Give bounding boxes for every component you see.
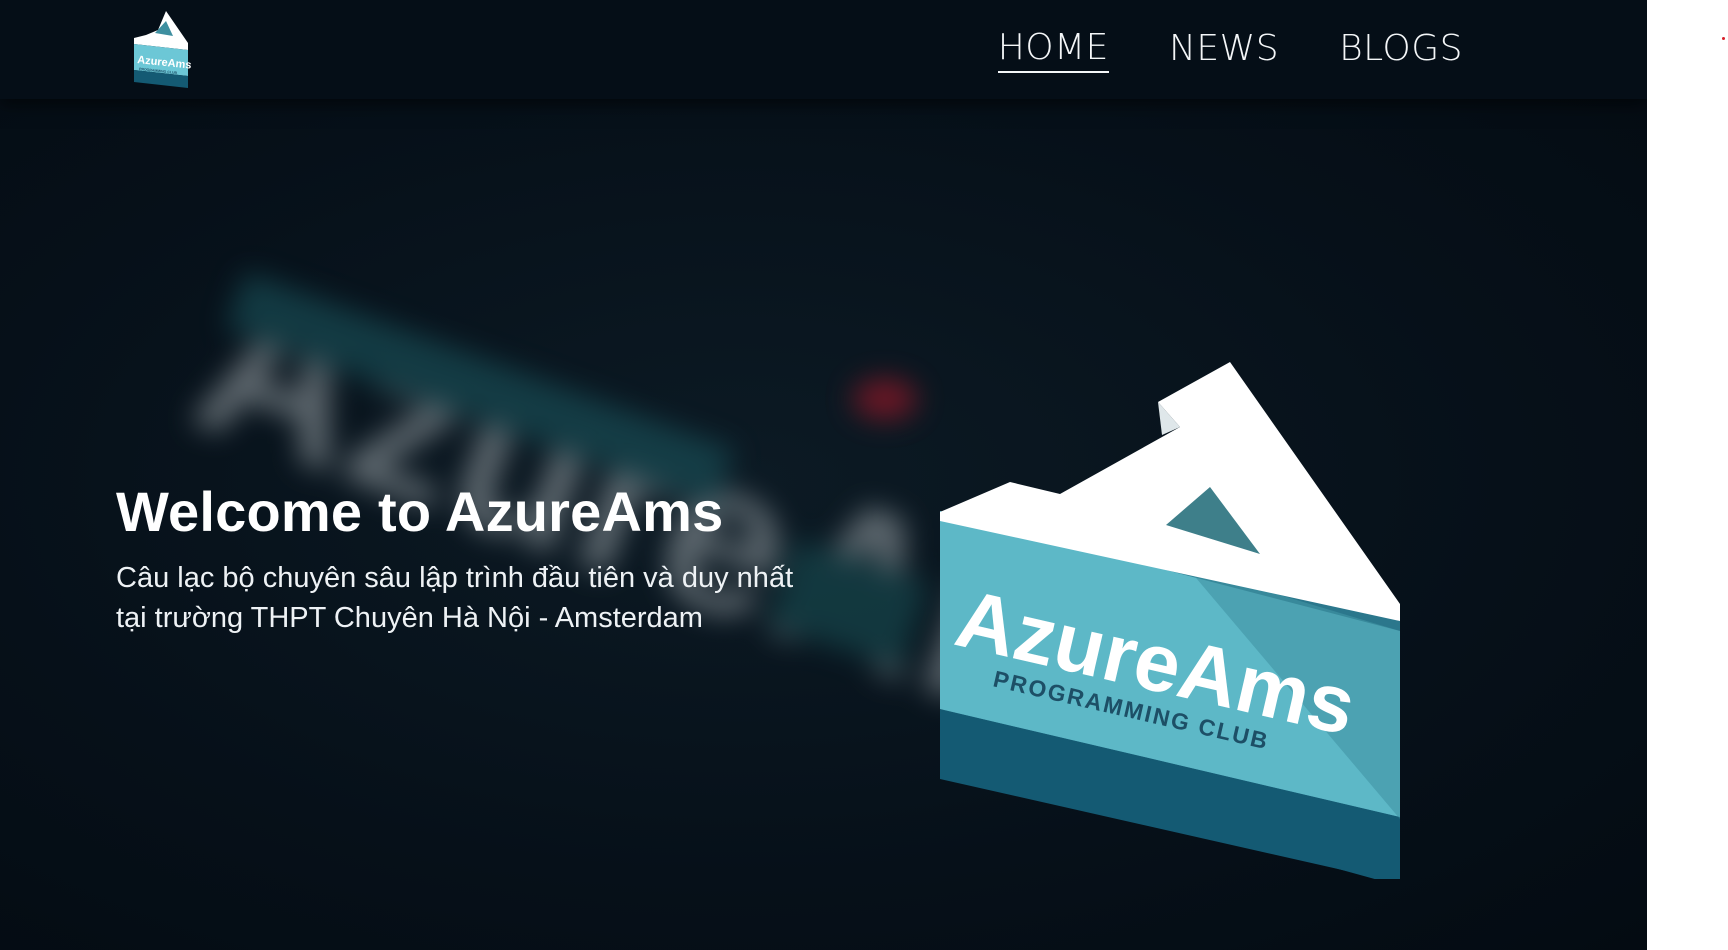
hero-text-block: Welcome to AzureAms Câu lạc bộ chuyên sâ… xyxy=(116,479,876,638)
main-nav: HOME NEWS BLOGS xyxy=(997,0,1463,99)
hero-subtitle-line-1: Câu lạc bộ chuyên sâu lập trình đầu tiên… xyxy=(116,562,794,594)
hero-section: AzureAms Welcome to AzureAms Câu lạc bộ … xyxy=(0,99,1647,950)
hero-title: Welcome to AzureAms xyxy=(116,480,724,543)
nav-link-home[interactable]: HOME xyxy=(997,27,1109,73)
nav-link-blogs[interactable]: BLOGS xyxy=(1339,28,1463,72)
stray-dot xyxy=(1722,37,1725,40)
hero-azureams-logo-icon: AzureAms PROGRAMMING CLUB xyxy=(940,362,1400,879)
top-navbar: AzureAms PROGRAMMING CLUB HOME NEWS BLOG… xyxy=(0,0,1647,99)
hero-subtitle: Câu lạc bộ chuyên sâu lập trình đầu tiên… xyxy=(116,558,876,638)
page-viewport: AzureAms PROGRAMMING CLUB HOME NEWS BLOG… xyxy=(0,0,1647,950)
azureams-logo-icon: AzureAms PROGRAMMING CLUB xyxy=(134,11,192,88)
nav-link-news[interactable]: NEWS xyxy=(1169,28,1279,72)
hero-subtitle-line-2: tại trường THPT Chuyên Hà Nội - Amsterda… xyxy=(116,602,703,634)
brand-logo-link[interactable]: AzureAms PROGRAMMING CLUB xyxy=(126,8,196,90)
